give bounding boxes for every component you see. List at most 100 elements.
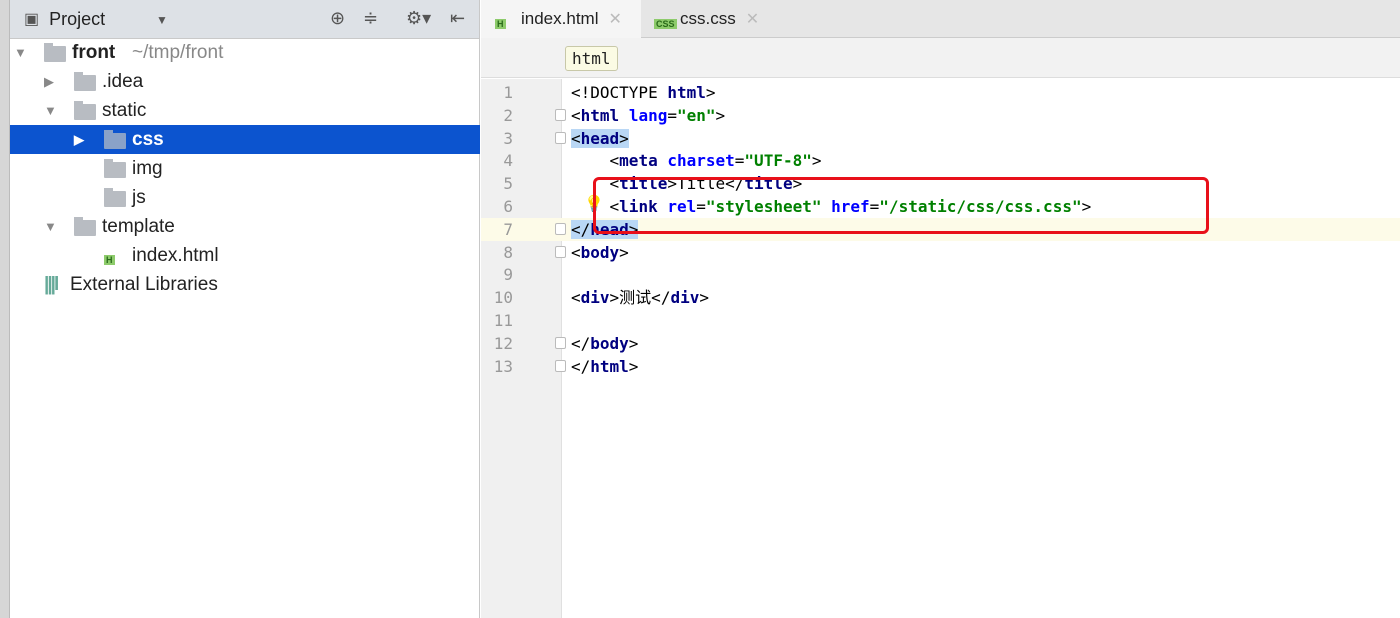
line-number: 9 — [503, 265, 513, 285]
code-line[interactable]: 3 <head> — [481, 127, 1400, 150]
tab-label: css.css — [680, 9, 736, 28]
code-line[interactable]: 10 <div>测试</div> — [481, 286, 1400, 309]
close-icon[interactable]: ✕ — [608, 9, 621, 29]
project-view-icon: ▣ — [24, 11, 40, 28]
code-token: > — [705, 83, 716, 102]
tree-item-label: js — [132, 186, 146, 208]
folder-icon — [44, 43, 66, 62]
tab-css-css[interactable]: CSS css.css ✕ — [642, 0, 776, 38]
code-token: </ — [571, 356, 591, 376]
code-token: "UTF-8" — [744, 151, 812, 171]
line-number: 4 — [503, 151, 513, 171]
line-number: 10 — [493, 288, 513, 308]
fold-marker-icon[interactable] — [555, 222, 566, 235]
tool-window-strip[interactable] — [0, 0, 10, 618]
expand-arrow-down-icon[interactable]: ▼ — [14, 45, 27, 60]
html-file-icon: H — [104, 255, 115, 265]
code-line[interactable]: 1 <!DOCTYPE html> — [481, 81, 1400, 104]
expand-arrow-down-icon[interactable]: ▼ — [44, 219, 57, 234]
code-token: head — [580, 128, 620, 148]
code-token: html — [580, 105, 629, 125]
tree-item-index-html[interactable]: Hindex.html — [10, 241, 480, 270]
line-number: 6 — [503, 197, 513, 216]
close-icon[interactable]: ✕ — [746, 9, 759, 29]
project-view-selector[interactable]: Project — [49, 9, 105, 30]
code-token: div — [580, 288, 610, 308]
line-number: 2 — [503, 105, 513, 125]
fold-marker-icon[interactable] — [555, 359, 566, 372]
tree-item-img[interactable]: img — [10, 154, 480, 183]
tree-item-external-libraries[interactable]: |||l External Libraries — [10, 270, 480, 299]
folder-icon — [104, 130, 126, 149]
tree-item-static[interactable]: ▼ static — [10, 96, 480, 125]
folder-icon — [104, 159, 126, 178]
line-number: 3 — [503, 128, 513, 148]
fold-marker-icon[interactable] — [555, 131, 566, 144]
code-line[interactable]: 11 — [481, 309, 1400, 332]
code-line[interactable]: 12 </body> — [481, 332, 1400, 355]
tree-item-css[interactable]: ▶ css — [10, 125, 480, 154]
library-icon: |||l — [44, 273, 59, 295]
code-token: < — [571, 288, 581, 308]
collapse-icon[interactable]: ≑ — [363, 8, 378, 29]
code-token: > — [619, 128, 629, 148]
tree-item-idea[interactable]: ▶ .idea — [10, 67, 480, 96]
line-number: 7 — [503, 219, 513, 239]
tree-item-label: External Libraries — [70, 273, 218, 295]
code-token: < — [571, 242, 581, 262]
expand-arrow-down-icon[interactable]: ▼ — [44, 103, 57, 118]
project-panel: ▣ Project ▼ ⊕ ≑ ⚙▾ ⇤ ▼ front ~/tmp/front ▶.… — [10, 0, 480, 618]
code-token: >测试</ — [609, 288, 671, 308]
code-line[interactable]: 13 </html> — [481, 355, 1400, 378]
breadcrumb: html — [481, 38, 1400, 78]
tree-item-label: template — [102, 215, 175, 237]
code-token: "en" — [676, 105, 716, 125]
tree-item-front[interactable]: ▼ front ~/tmp/front — [10, 38, 480, 67]
fold-marker-icon[interactable] — [555, 245, 566, 258]
code-token: div — [670, 288, 700, 308]
tree-item-label: css — [132, 128, 164, 150]
hide-panel-icon[interactable]: ⇤ — [450, 8, 465, 29]
tree-item-path: ~/tmp/front — [132, 41, 224, 63]
line-number: 5 — [503, 174, 513, 194]
line-number: 1 — [503, 83, 513, 102]
html-file-icon: H — [495, 19, 506, 29]
code-token: html — [590, 356, 629, 376]
code-line[interactable]: 8 <body> — [481, 241, 1400, 264]
editor-tabs: H index.html ✕ CSS css.css ✕ — [481, 0, 1400, 38]
tree-item-js[interactable]: js — [10, 183, 480, 212]
code-token: </ — [571, 219, 591, 239]
code-token: html — [667, 83, 706, 102]
fold-marker-icon[interactable] — [555, 108, 566, 121]
code-token: > — [628, 333, 639, 353]
code-token: > — [811, 151, 822, 171]
tab-index-html[interactable]: H index.html ✕ — [481, 0, 641, 38]
code-line[interactable]: 2 <html lang="en"> — [481, 104, 1400, 127]
code-line[interactable]: 9 — [481, 263, 1400, 286]
tree-item-label: img — [132, 157, 163, 179]
tree-item-label: static — [102, 99, 147, 121]
breadcrumb-item-html[interactable]: html — [565, 46, 618, 71]
editor-area: H index.html ✕ CSS css.css ✕ html 1 <!DOC… — [481, 0, 1400, 618]
tree-item-template[interactable]: ▼ template — [10, 212, 480, 241]
folder-icon — [74, 101, 96, 120]
folder-icon — [74, 217, 96, 236]
code-token: > — [715, 105, 726, 125]
tree-item-label: index.html — [132, 244, 219, 266]
code-token: meta — [619, 151, 668, 171]
code-token: < — [571, 151, 620, 171]
line-number: 8 — [503, 242, 513, 262]
expand-arrow-right-icon[interactable]: ▶ — [74, 132, 84, 148]
code-token: lang — [628, 105, 668, 125]
code-token: </ — [571, 333, 591, 353]
chevron-down-icon[interactable]: ▼ — [156, 13, 168, 27]
line-number: 11 — [493, 311, 513, 330]
expand-arrow-right-icon[interactable]: ▶ — [44, 74, 54, 90]
locate-icon[interactable]: ⊕ — [330, 8, 345, 29]
gear-icon[interactable]: ⚙▾ — [406, 8, 431, 29]
code-line[interactable]: 4 <meta charset="UTF-8"> — [481, 149, 1400, 172]
annotation-highlight-box — [593, 177, 1209, 234]
fold-marker-icon[interactable] — [555, 336, 566, 349]
code-token: > — [699, 288, 709, 308]
folder-icon — [74, 72, 96, 91]
